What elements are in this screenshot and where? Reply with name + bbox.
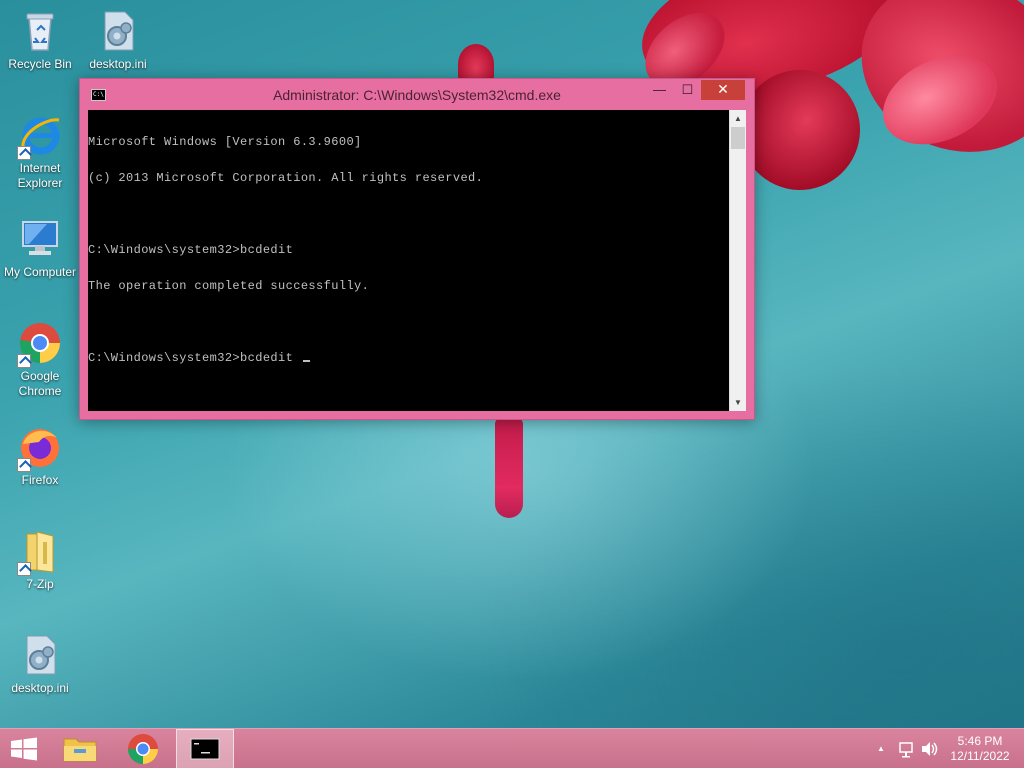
desktop-icon-internet-explorer[interactable]: Internet Explorer bbox=[0, 112, 80, 191]
shortcut-arrow-icon bbox=[17, 146, 31, 160]
desktop-icon-label: Recycle Bin bbox=[8, 57, 72, 71]
desktop-icon-recycle-bin[interactable]: Recycle Bin bbox=[0, 8, 80, 72]
settings-file-icon bbox=[17, 632, 63, 678]
clock-time: 5:46 PM bbox=[957, 734, 1003, 748]
maximize-button[interactable]: ☐ bbox=[674, 80, 701, 100]
start-button[interactable] bbox=[0, 729, 48, 768]
vertical-scrollbar[interactable]: ▲ ▼ bbox=[729, 110, 746, 411]
taskbar-cmd[interactable] bbox=[176, 729, 234, 768]
desktop-icon-google-chrome[interactable]: Google Chrome bbox=[0, 320, 80, 399]
cmd-window[interactable]: C:\ Administrator: C:\Windows\System32\c… bbox=[79, 78, 755, 420]
desktop-icon-label: My Computer bbox=[3, 265, 77, 279]
taskbar-clock[interactable]: 5:46 PM 12/11/2022 bbox=[940, 734, 1020, 764]
console-output[interactable]: Microsoft Windows [Version 6.3.9600] (c)… bbox=[88, 110, 729, 411]
desktop-icon-label-line1: Google bbox=[20, 369, 60, 383]
text-cursor bbox=[302, 360, 310, 362]
desktop-icon-label-line1: Internet bbox=[19, 161, 61, 175]
settings-file-icon bbox=[95, 8, 141, 54]
desktop-icon-label-line2: Explorer bbox=[17, 176, 63, 190]
windows-logo-icon bbox=[11, 737, 37, 761]
scroll-down-arrow-icon[interactable]: ▼ bbox=[730, 394, 746, 411]
scroll-up-arrow-icon[interactable]: ▲ bbox=[730, 110, 746, 127]
desktop-icon-label: desktop.ini bbox=[89, 57, 147, 71]
desktop-icon-label: desktop.ini bbox=[11, 681, 69, 695]
firefox-icon bbox=[17, 424, 63, 472]
volume-icon[interactable] bbox=[918, 729, 940, 768]
scrollbar-thumb[interactable] bbox=[731, 127, 745, 149]
desktop-icon-7zip[interactable]: 7-Zip bbox=[0, 528, 80, 592]
console-prompt: C:\Windows\system32>bcdedit bbox=[88, 351, 301, 365]
show-hidden-icons-button[interactable]: ▲ bbox=[874, 729, 888, 768]
desktop-icon-label-line2: Chrome bbox=[18, 384, 62, 398]
taskbar-file-explorer[interactable] bbox=[52, 729, 108, 768]
console-line: Microsoft Windows [Version 6.3.9600] bbox=[88, 135, 362, 149]
clock-date: 12/11/2022 bbox=[950, 749, 1010, 763]
cmd-icon bbox=[190, 738, 220, 760]
desktop-icon-label: 7-Zip bbox=[26, 577, 54, 591]
shortcut-arrow-icon bbox=[17, 458, 31, 472]
recycle-bin-icon bbox=[17, 8, 63, 54]
desktop-icon-desktop-ini[interactable]: desktop.ini bbox=[78, 8, 158, 72]
console-line: C:\Windows\system32>bcdedit bbox=[88, 243, 294, 257]
wallpaper-stem bbox=[495, 418, 523, 518]
computer-icon bbox=[17, 216, 63, 262]
console-prompt-line[interactable]: C:\Windows\system32>bcdedit bbox=[88, 352, 729, 364]
chrome-icon bbox=[17, 320, 63, 368]
taskbar: ▲ 5:46 PM 12/11/2022 bbox=[0, 728, 1024, 768]
desktop-icon-my-computer[interactable]: My Computer bbox=[0, 216, 80, 280]
network-icon[interactable] bbox=[896, 729, 916, 768]
chrome-icon bbox=[128, 734, 158, 765]
taskbar-chrome[interactable] bbox=[115, 729, 171, 768]
desktop-icon-desktop-ini[interactable]: desktop.ini bbox=[0, 632, 80, 696]
shortcut-arrow-icon bbox=[17, 562, 31, 576]
shortcut-arrow-icon bbox=[17, 354, 31, 368]
internet-explorer-icon bbox=[17, 112, 63, 160]
minimize-button[interactable]: — bbox=[646, 80, 673, 100]
window-titlebar[interactable]: C:\ Administrator: C:\Windows\System32\c… bbox=[80, 79, 754, 110]
folder-zip-icon bbox=[17, 528, 63, 576]
console-line: (c) 2013 Microsoft Corporation. All righ… bbox=[88, 171, 484, 185]
close-button[interactable]: ✕ bbox=[701, 80, 745, 100]
console-line: The operation completed successfully. bbox=[88, 279, 370, 293]
file-explorer-icon bbox=[63, 738, 97, 762]
desktop-icon-firefox[interactable]: Firefox bbox=[0, 424, 80, 488]
desktop-icon-label: Firefox bbox=[21, 473, 59, 487]
